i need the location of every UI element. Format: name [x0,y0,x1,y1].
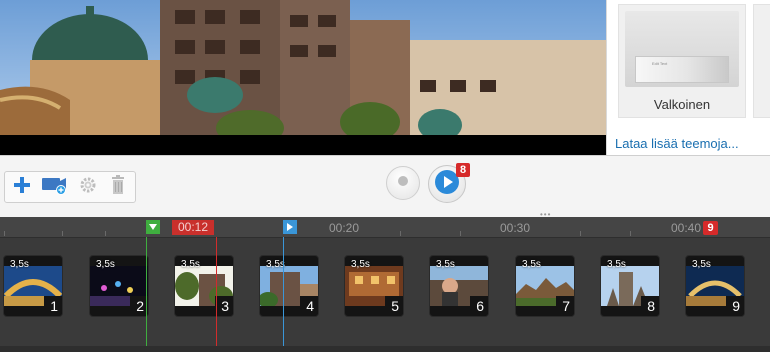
timeline-clip-4[interactable]: 3,5s 4 [259,255,319,317]
video-preview[interactable] [0,0,606,155]
clip-duration: 3,5s [96,259,115,270]
clip-number: 8 [647,298,655,314]
playhead-line[interactable] [216,237,217,352]
theme-name-label: Valkoinen [653,97,711,112]
theme-thumbnail-title-bar: Edit Text [635,56,729,83]
timeline-clip-9[interactable]: 3,5s 9 [685,255,745,317]
current-time-readout: 00:12 [172,220,214,235]
clip-duration: 3,5s [607,259,626,270]
timeline-clip-7[interactable]: 3,5s 7 [515,255,575,317]
ruler-label: 00:30 [500,221,531,235]
ruler-label: 00:20 [329,221,360,235]
ruler-tick [460,231,461,236]
trash-icon [110,174,126,200]
clip-track: 3,5s 1 3,5s 2 3,5s 3 3,5s 4 3,5s 5 3,5s … [0,241,770,331]
delete-button[interactable] [105,174,131,200]
clip-number: 7 [562,298,570,314]
clip-duration: 3,5s [181,259,200,270]
end-marker-handle[interactable] [283,220,297,234]
ruler-tick [105,231,106,236]
add-media-icon [40,175,68,200]
end-marker-line[interactable] [283,237,284,352]
ruler-tick [4,231,5,236]
ruler-tick [400,231,401,236]
clip-number: 3 [221,298,229,314]
add-media-button[interactable] [41,175,67,199]
clip-number: 2 [136,298,144,314]
toolbar-area: 8 ••• [0,155,770,219]
theme-thumbnail-caption: Edit Text [652,61,668,66]
ruler-tick [630,231,631,236]
record-icon [397,174,409,192]
chevron-right-icon [287,223,293,231]
ruler-tick [62,231,63,236]
clip-number: 5 [391,298,399,314]
start-marker-handle[interactable] [146,220,160,234]
gear-icon [79,176,97,199]
ruler-label: 00:40 [671,221,702,235]
clip-duration: 3,5s [351,259,370,270]
ruler-step-badge: 9 [703,221,718,235]
timeline-scrollbar[interactable] [0,346,770,352]
play-step-badge: 8 [456,163,470,177]
timeline[interactable]: 00:20 00:30 00:40 9 00:12 3,5s 1 3,5s 2 … [0,217,770,352]
theme-card-next[interactable] [753,4,770,118]
ruler-tick [580,231,581,236]
clip-tools-group [4,171,136,203]
settings-button[interactable] [75,175,101,199]
add-button[interactable] [9,175,35,199]
timeline-clip-2[interactable]: 3,5s 2 [89,255,149,317]
chevron-down-icon [149,224,157,230]
clip-duration: 3,5s [10,259,29,270]
timeline-clip-5[interactable]: 3,5s 5 [344,255,404,317]
time-ruler[interactable]: 00:20 00:30 00:40 9 00:12 [0,217,770,238]
record-button[interactable] [386,166,420,200]
clip-duration: 3,5s [436,259,455,270]
timeline-clip-1[interactable]: 3,5s 1 [3,255,63,317]
clip-number: 1 [50,298,58,314]
timeline-clip-3[interactable]: 3,5s 3 [174,255,234,317]
theme-panel: Edit Text Valkoinen Lataa lisää teemoja.… [606,0,770,155]
plus-icon [13,176,31,199]
timeline-clip-6[interactable]: 3,5s 6 [429,255,489,317]
more-themes-link[interactable]: Lataa lisää teemoja... [615,136,739,151]
theme-card-white[interactable]: Edit Text Valkoinen [618,4,746,118]
start-marker-line[interactable] [146,237,147,352]
clip-number: 9 [732,298,740,314]
timeline-clip-8[interactable]: 3,5s 8 [600,255,660,317]
preview-image [0,0,606,155]
clip-duration: 3,5s [522,259,541,270]
clip-number: 6 [476,298,484,314]
theme-thumbnail: Edit Text [625,11,739,87]
clip-duration: 3,5s [692,259,711,270]
clip-number: 4 [306,298,314,314]
